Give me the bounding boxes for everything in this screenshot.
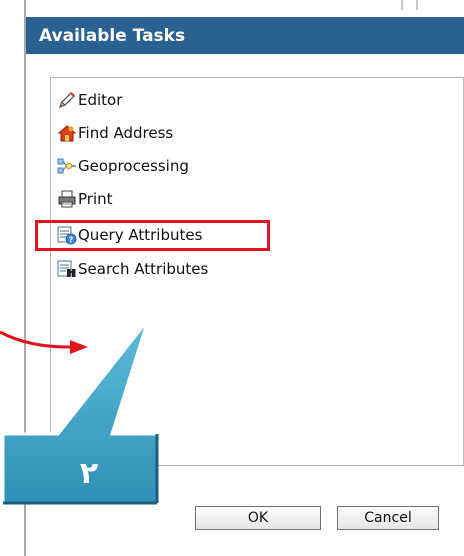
task-label: Search Attributes <box>78 260 209 278</box>
cancel-button[interactable]: Cancel <box>337 506 439 530</box>
geoprocessing-icon <box>57 156 77 176</box>
pencil-icon <box>57 90 77 110</box>
ok-button[interactable]: OK <box>195 506 321 530</box>
window-edge-tick <box>416 0 418 10</box>
callout-step-number: ٢ <box>79 455 99 491</box>
window-edge-tick <box>401 0 403 10</box>
dialog-title-bar: Available Tasks <box>26 17 464 54</box>
task-label: Print <box>78 190 113 208</box>
task-item-find-address[interactable]: Find Address <box>57 121 173 145</box>
search-attributes-icon <box>57 259 77 279</box>
dialog-title: Available Tasks <box>39 26 186 46</box>
task-item-search-attributes[interactable]: Search Attributes <box>57 257 208 281</box>
task-label: Geoprocessing <box>78 157 189 175</box>
task-label: Find Address <box>78 124 174 142</box>
task-item-editor[interactable]: Editor <box>57 88 122 112</box>
task-item-geoprocessing[interactable]: Geoprocessing <box>57 154 189 178</box>
find-address-icon <box>57 123 77 143</box>
query-attributes-highlight <box>35 220 270 251</box>
printer-icon <box>57 189 77 209</box>
task-item-print[interactable]: Print <box>57 187 113 211</box>
task-label: Editor <box>78 91 123 109</box>
